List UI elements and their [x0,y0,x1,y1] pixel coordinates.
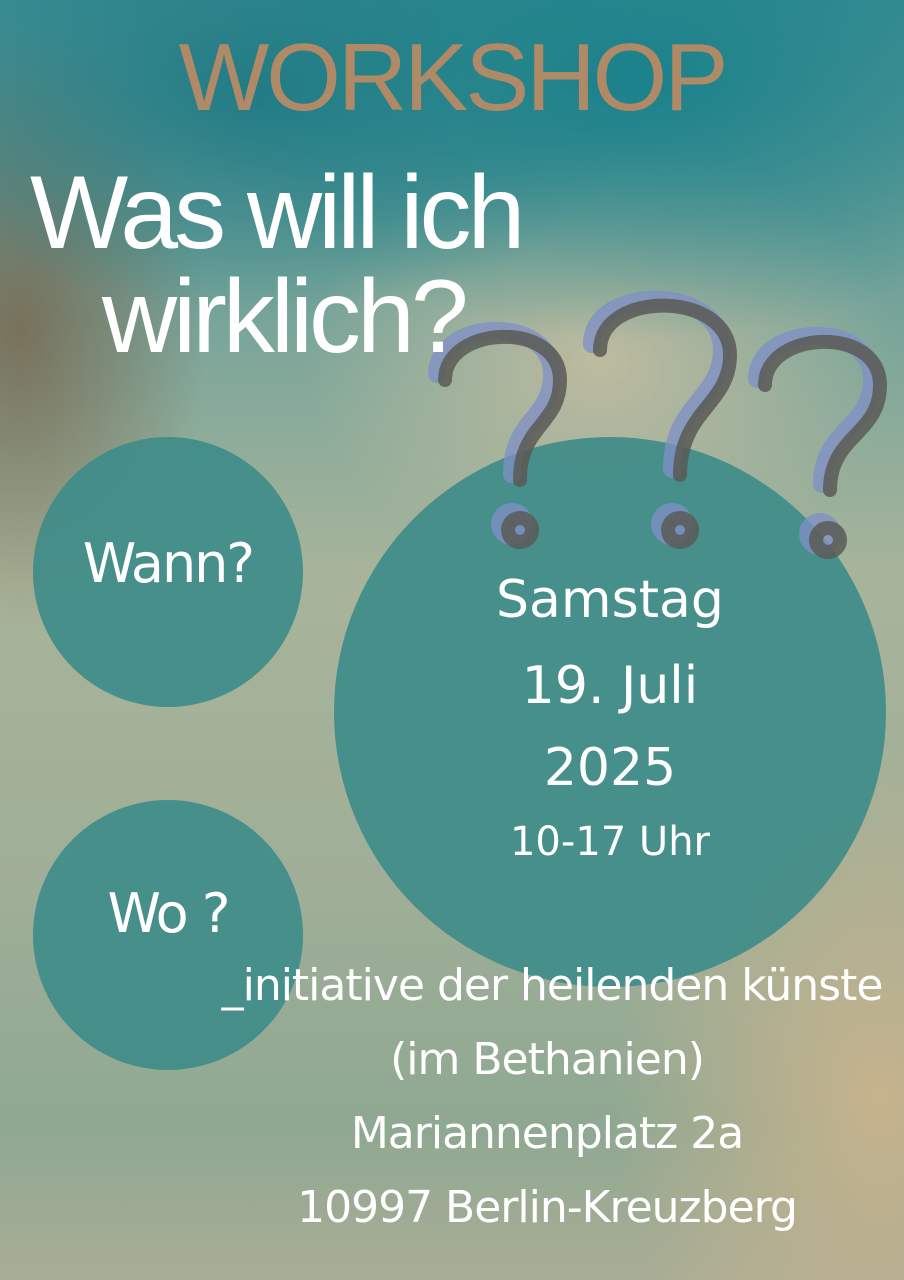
when-label: Wann? [82,532,255,595]
title-line-2: wirklich? [102,259,469,375]
workshop-kicker: WORKSHOP [178,24,729,131]
where-label: Wo ? [107,882,230,945]
title-line-1: Was will ich [30,155,525,271]
date-date: 19. Juli [521,656,699,716]
address-line-venue: (im Bethanien) [390,1034,705,1085]
address-line-street: Mariannenplatz 2a [350,1108,744,1159]
address-line-org: _initiative der heilenden künste [221,960,884,1011]
date-time: 10-17 Uhr [509,819,711,865]
date-year: 2025 [543,738,677,798]
question-marks-decoration [428,290,887,559]
workshop-poster: WORKSHOP Was will ich wirklich? Wann? Wo… [0,0,904,1280]
address-line-city: 10997 Berlin-Kreuzberg [297,1182,798,1233]
date-day: Samstag [496,570,724,630]
